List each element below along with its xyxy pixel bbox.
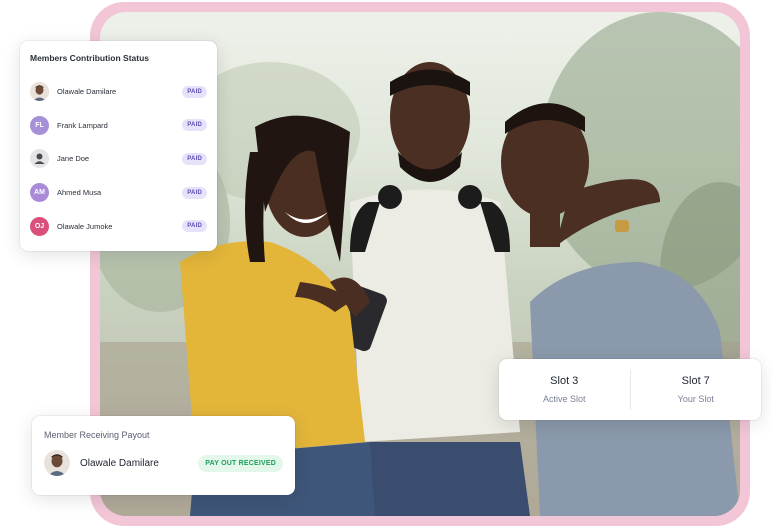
member-avatar-initials: FL (30, 115, 49, 135)
member-avatar-placeholder (30, 149, 49, 169)
paid-badge: PAID (182, 220, 207, 233)
members-contribution-card: Members Contribution Status Olawale Dami… (20, 41, 217, 251)
your-slot-section: Slot 7 Your Slot (631, 375, 762, 404)
member-row[interactable]: FL Frank Lampard PAID (30, 109, 207, 143)
member-name: Olawale Damilare (57, 87, 117, 97)
member-name: Jane Doe (57, 154, 90, 164)
avatar-initials: AM (34, 189, 45, 197)
member-name: Frank Lampard (57, 120, 108, 130)
member-row[interactable]: Jane Doe PAID (30, 142, 207, 176)
payout-card-title: Member Receiving Payout (44, 430, 150, 440)
slot-info-card: Slot 3 Active Slot Slot 7 Your Slot (499, 359, 761, 420)
paid-badge: PAID (182, 85, 207, 98)
payout-member-row[interactable]: Olawale Damilare PAY OUT RECEIVED (44, 450, 283, 476)
active-slot-section: Slot 3 Active Slot (499, 375, 630, 404)
payout-received-badge: PAY OUT RECEIVED (198, 454, 283, 472)
person-photo-icon (30, 82, 49, 102)
avatar-initials: OJ (34, 222, 45, 230)
member-row[interactable]: Olawale Damilare PAID (30, 75, 207, 109)
paid-badge: PAID (182, 152, 207, 165)
paid-badge: PAID (182, 186, 207, 199)
active-slot-value: Slot 3 (550, 375, 579, 387)
paid-badge: PAID (182, 119, 207, 132)
payout-card: Member Receiving Payout Olawale Damilare… (32, 416, 295, 495)
payout-member-name: Olawale Damilare (80, 457, 159, 469)
payout-member-avatar (44, 450, 70, 476)
member-avatar-initials: AM (30, 183, 49, 203)
active-slot-label: Active Slot (542, 394, 586, 404)
member-name: Ahmed Musa (57, 188, 102, 198)
your-slot-label: Your Slot (677, 394, 714, 404)
user-placeholder-icon (34, 153, 45, 165)
member-avatar (30, 82, 49, 102)
your-slot-value: Slot 7 (681, 375, 710, 387)
member-row[interactable]: OJ Olawale Jumoke PAID (30, 209, 207, 243)
member-name: Olawale Jumoke (57, 221, 113, 231)
member-row[interactable]: AM Ahmed Musa PAID (30, 176, 207, 210)
members-card-title: Members Contribution Status (30, 53, 150, 63)
member-avatar-initials: OJ (30, 216, 49, 236)
avatar-initials: FL (35, 121, 44, 129)
person-photo-icon (44, 450, 70, 476)
